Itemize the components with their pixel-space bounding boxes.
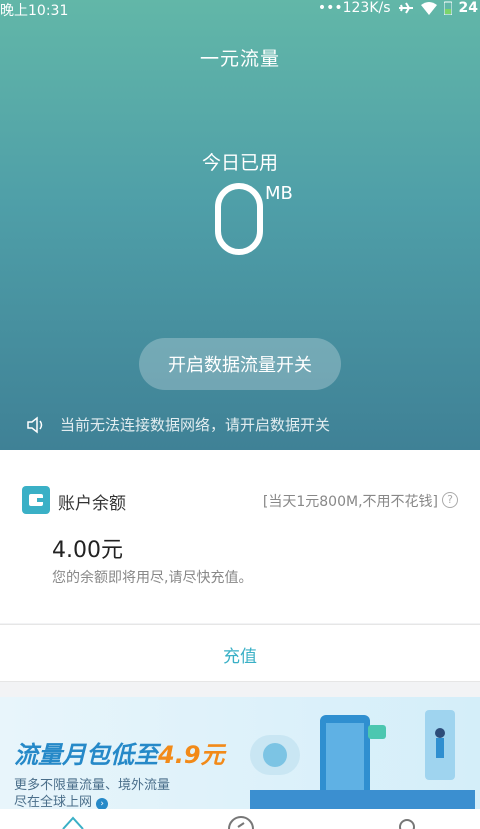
status-bar: 晚上10:31 •••123K/s 24 xyxy=(0,0,480,19)
bottom-tab-bar xyxy=(0,809,480,829)
banner-price: 4.9元 xyxy=(158,741,225,769)
status-time: 晚上10:31 xyxy=(0,3,69,19)
discover-tab-icon[interactable] xyxy=(226,815,256,829)
network-speed: •••123K/s xyxy=(317,0,391,16)
banner-illustration xyxy=(250,710,475,809)
promo-text: [当天1元800M,不用不花钱] xyxy=(262,494,438,510)
banner-title: 流量月包低至4.9元 xyxy=(14,741,225,769)
balance-title: 账户余额 xyxy=(58,494,126,514)
battery-level: 24 xyxy=(458,0,478,16)
usage-value: 0 xyxy=(215,183,263,255)
speaker-icon xyxy=(27,415,43,434)
wifi-icon xyxy=(420,1,437,15)
balance-note: 您的余额即将用尽,请尽快充值。 xyxy=(52,570,253,586)
home-tab-icon[interactable] xyxy=(58,815,88,829)
status-indicators: •••123K/s 24 xyxy=(318,0,478,16)
banner-subtitle: 更多不限量流量、境外流量 尽在全球上网 › xyxy=(14,778,171,809)
wallet-icon xyxy=(22,486,50,514)
notice-text: 当前无法连接数据网络，请开启数据开关 xyxy=(60,416,331,434)
enable-data-button[interactable]: 开启数据流量开关 xyxy=(139,338,341,390)
recharge-button[interactable]: 充值 xyxy=(0,625,480,683)
banner-link[interactable]: 尽在全球上网 › xyxy=(14,794,170,809)
promo-banner[interactable]: 流量月包低至4.9元 更多不限量流量、境外流量 尽在全球上网 › xyxy=(0,697,480,809)
page-title: 一元流量 xyxy=(199,48,280,70)
usage-unit: MB xyxy=(265,183,293,204)
balance-amount: 4.00元 xyxy=(52,538,123,563)
recharge-row: 充值 xyxy=(0,624,480,682)
battery-icon xyxy=(443,1,452,15)
network-notice: 当前无法连接数据网络，请开启数据开关 xyxy=(26,414,330,435)
airplane-icon xyxy=(398,2,413,14)
profile-tab-icon[interactable] xyxy=(392,815,422,829)
hero-panel: 晚上10:31 •••123K/s 24 一元流量 今日已用 0 MB 开启数据… xyxy=(0,0,480,450)
help-icon[interactable]: ? xyxy=(442,492,458,508)
today-usage-label: 今日已用 xyxy=(201,152,278,174)
